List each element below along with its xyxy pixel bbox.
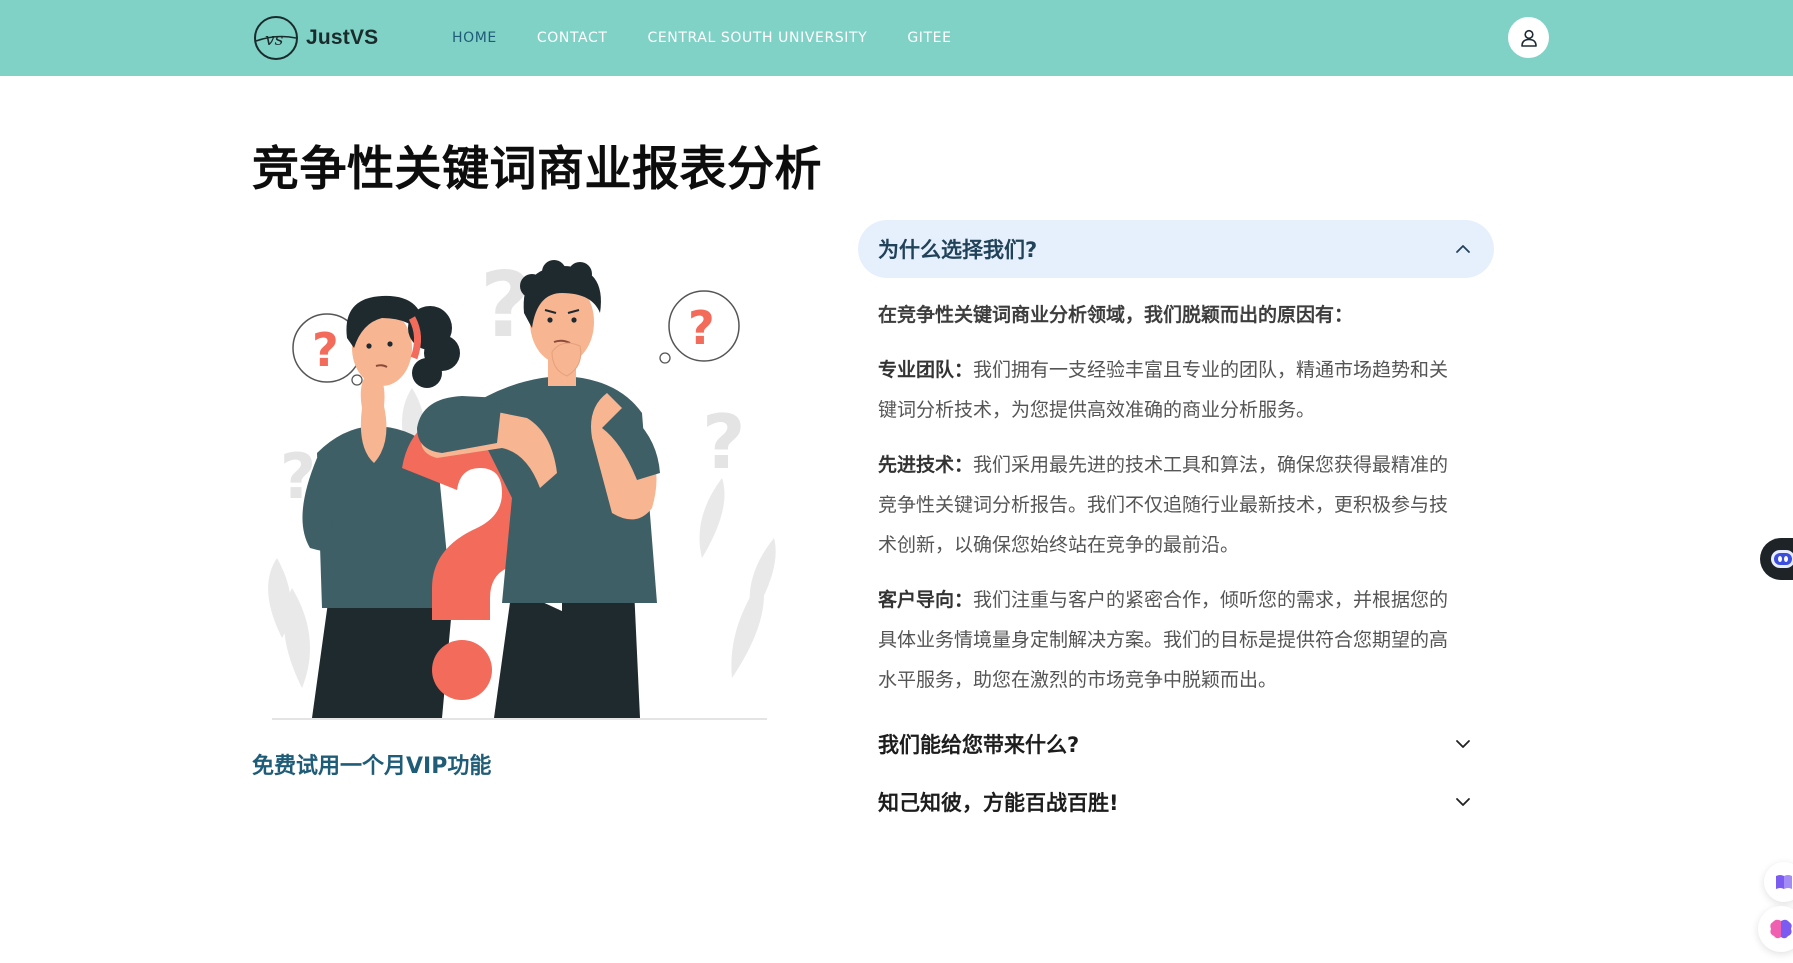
faded-question-mark-right: ? <box>702 398 746 486</box>
brand-logo-link[interactable]: vs JustVS <box>252 13 378 63</box>
page-title: 竞争性关键词商业报表分析 <box>252 142 822 197</box>
accordion-body-why-us: 在竞争性关键词商业分析领域，我们脱颖而出的原因有： 专业团队：我们拥有一支经验丰… <box>858 278 1474 700</box>
reason-professional-team: 专业团队：我们拥有一支经验丰富且专业的团队，精通市场趋势和关键词分析技术，为您提… <box>878 350 1454 430</box>
nav-link-csu[interactable]: CENTRAL SOUTH UNIVERSITY <box>647 30 867 46</box>
reason-advanced-tech: 先进技术：我们采用最先进的技术工具和算法，确保您获得最精准的竞争性关键词分析报告… <box>878 445 1454 565</box>
main-nav: HOME CONTACT CENTRAL SOUTH UNIVERSITY GI… <box>452 0 992 76</box>
accordion-header-benefits[interactable]: 我们能给您带来什么? <box>858 715 1494 773</box>
thought-bubble-right: ? <box>659 290 740 364</box>
accordion-header-why-us[interactable]: 为什么选择我们? <box>858 220 1494 278</box>
ai-tools-button[interactable] <box>1758 906 1793 952</box>
brain-icon <box>1770 919 1792 939</box>
chat-assistant-button[interactable] <box>1760 538 1793 580</box>
brand-logo-icon: vs <box>254 16 298 60</box>
accordion-header-know-yourself[interactable]: 知己知彼，方能百战百胜! <box>858 773 1494 831</box>
nav-link-home[interactable]: HOME <box>452 30 497 46</box>
reason-customer-oriented: 客户导向：我们注重与客户的紧密合作，倾听您的需求，并根据您的具体业务情境量身定制… <box>878 580 1454 700</box>
reason-label: 客户导向： <box>878 589 974 611</box>
bubble-question-mark-right: ? <box>688 301 715 355</box>
reason-label: 先进技术： <box>878 454 974 476</box>
why-us-intro: 在竞争性关键词商业分析领域，我们脱颖而出的原因有： <box>878 304 1354 326</box>
bubble-question-mark-left: ? <box>312 323 339 377</box>
user-account-button[interactable] <box>1508 17 1549 58</box>
nav-link-gitee[interactable]: GITEE <box>907 30 951 46</box>
top-navbar: vs JustVS HOME CONTACT CENTRAL SOUTH UNI… <box>0 0 1793 76</box>
chevron-down-icon <box>1456 798 1470 806</box>
brand-name: JustVS <box>306 26 379 49</box>
robot-icon <box>1771 550 1793 568</box>
accordion-title-know-yourself: 知己知彼，方能百战百胜! <box>878 791 1119 815</box>
reader-mode-button[interactable] <box>1764 862 1793 902</box>
chevron-down-icon <box>1456 740 1470 748</box>
user-icon <box>1520 29 1537 47</box>
accordion-title-benefits: 我们能给您带来什么? <box>878 733 1080 757</box>
reason-label: 专业团队： <box>878 359 974 381</box>
brand-logo-text: vs <box>265 30 284 50</box>
faq-accordion: 为什么选择我们? 在竞争性关键词商业分析领域，我们脱颖而出的原因有： 专业团队：… <box>858 220 1494 831</box>
nav-link-contact[interactable]: CONTACT <box>537 30 608 46</box>
accordion-title-why-us: 为什么选择我们? <box>878 238 1038 262</box>
chevron-up-icon <box>1456 245 1470 253</box>
confused-people-illustration: ? ? ? ? ? <box>268 258 776 720</box>
book-icon <box>1776 875 1792 889</box>
free-trial-link[interactable]: 免费试用一个月VIP功能 <box>252 748 491 780</box>
